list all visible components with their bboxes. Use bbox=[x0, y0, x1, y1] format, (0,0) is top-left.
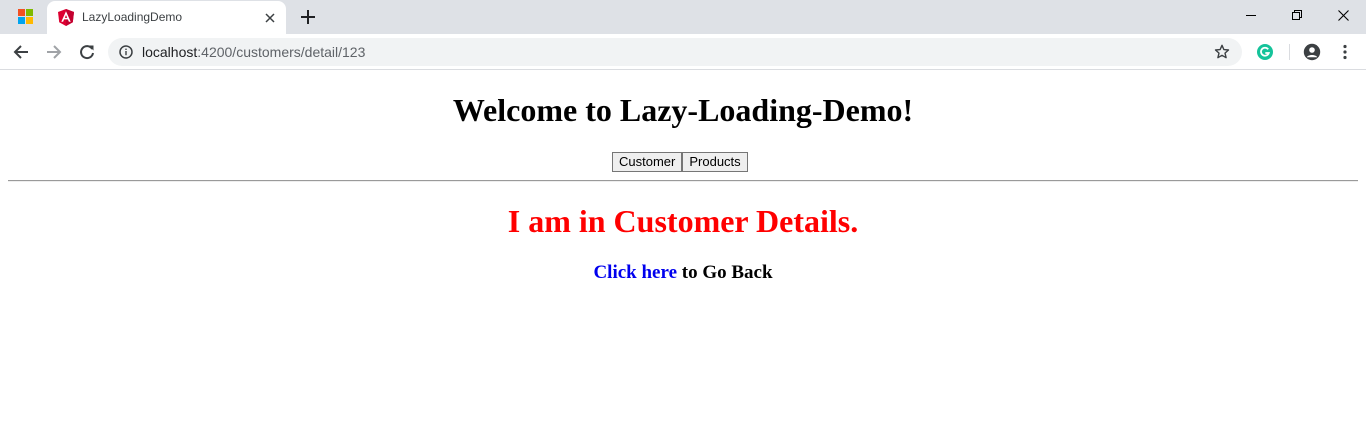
browser-tabstrip: LazyLoadingDemo bbox=[0, 0, 1366, 34]
info-icon[interactable] bbox=[119, 45, 133, 59]
page-title: Welcome to Lazy-Loading-Demo! bbox=[452, 92, 914, 128]
address-bar[interactable]: localhost:4200/customers/detail/123 bbox=[108, 38, 1242, 66]
windows-logo-icon[interactable] bbox=[18, 9, 34, 25]
nav-button-group: Customer Products bbox=[612, 152, 748, 172]
reload-icon bbox=[80, 45, 94, 60]
go-back-line: Click here to Go Back bbox=[0, 262, 1366, 284]
restore-icon bbox=[1292, 10, 1302, 20]
forward-arrow-icon bbox=[47, 45, 62, 59]
tab-title: LazyLoadingDemo bbox=[82, 10, 183, 24]
products-button[interactable]: Products bbox=[682, 152, 748, 172]
angular-icon bbox=[58, 9, 74, 26]
minimize-icon bbox=[1246, 15, 1256, 16]
restore-button[interactable] bbox=[1274, 0, 1320, 30]
back-button[interactable] bbox=[9, 40, 33, 64]
new-tab-icon[interactable] bbox=[297, 6, 319, 28]
close-tab-icon[interactable] bbox=[261, 9, 279, 27]
minimize-button[interactable] bbox=[1228, 0, 1274, 30]
profile-icon[interactable] bbox=[1303, 43, 1321, 61]
browser-toolbar: localhost:4200/customers/detail/123 bbox=[0, 34, 1366, 70]
url-text[interactable]: localhost:4200/customers/detail/123 bbox=[142, 44, 365, 60]
back-arrow-icon bbox=[13, 45, 28, 59]
grammarly-icon[interactable] bbox=[1256, 43, 1274, 61]
toolbar-separator bbox=[1289, 44, 1290, 60]
customer-details-heading: I am in Customer Details. bbox=[507, 203, 859, 239]
customer-button[interactable]: Customer bbox=[612, 152, 683, 172]
go-back-text: to Go Back bbox=[677, 262, 773, 283]
page-content: Welcome to Lazy-Loading-Demo! Customer P… bbox=[0, 71, 1366, 421]
browser-tab[interactable]: LazyLoadingDemo bbox=[47, 1, 286, 34]
forward-button[interactable] bbox=[42, 40, 66, 64]
reload-button[interactable] bbox=[75, 40, 99, 64]
close-window-button[interactable] bbox=[1320, 0, 1366, 30]
url-path: :4200/customers/detail/123 bbox=[197, 44, 366, 60]
close-icon bbox=[1338, 10, 1349, 21]
star-icon[interactable] bbox=[1214, 44, 1230, 60]
url-host: localhost bbox=[142, 44, 198, 60]
kebab-menu-icon[interactable] bbox=[1336, 43, 1354, 61]
click-here-link[interactable]: Click here bbox=[593, 262, 677, 283]
horizontal-divider bbox=[8, 180, 1358, 182]
